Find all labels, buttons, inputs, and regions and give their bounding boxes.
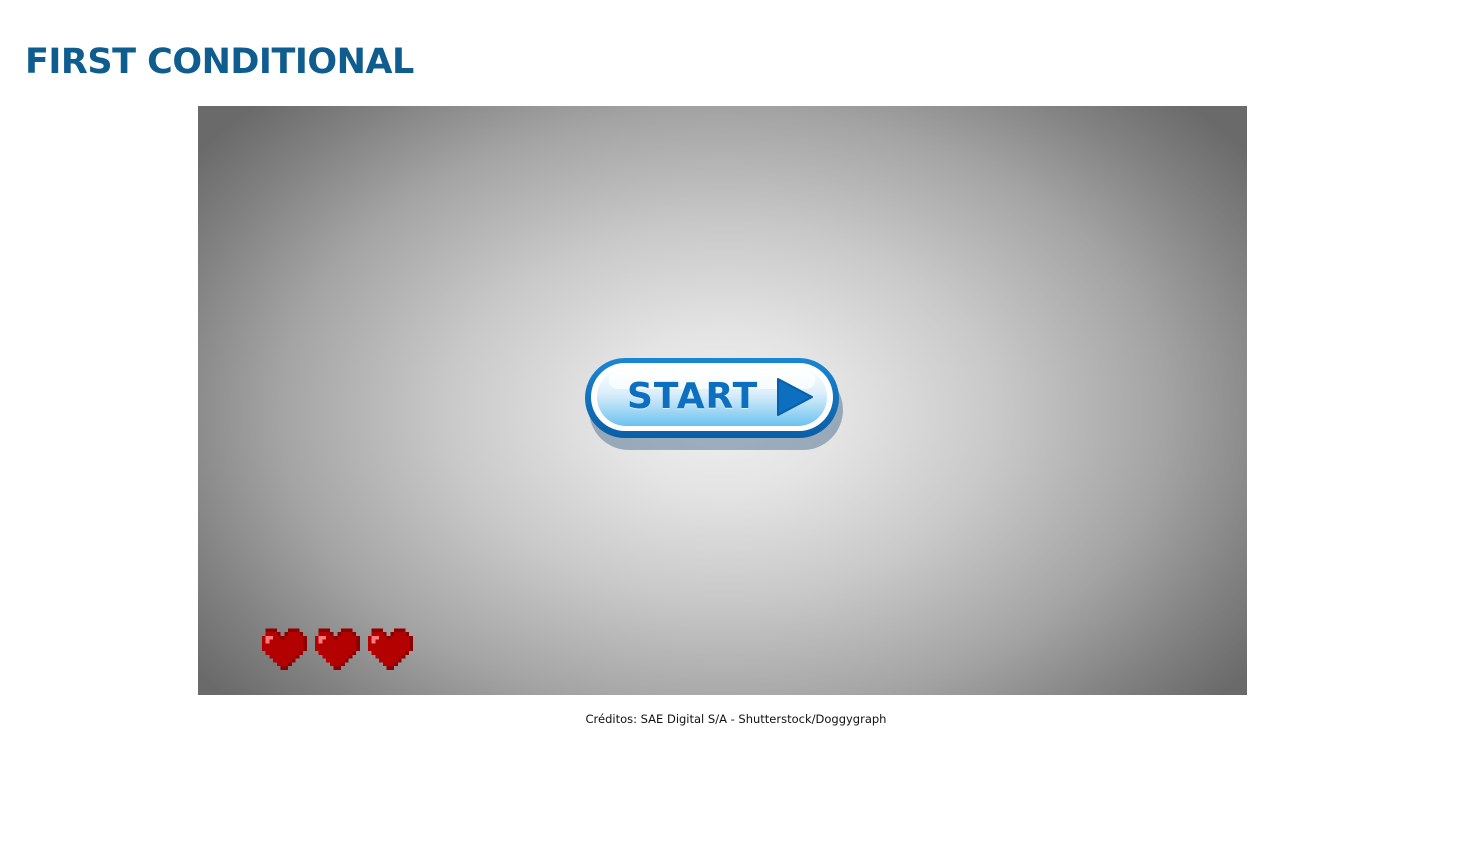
start-label: START [627,376,759,417]
lives-indicator [258,628,413,674]
heart-icon [367,628,413,670]
game-stage: START [198,106,1247,695]
heart-icon [261,628,307,670]
heart-icon [314,628,360,670]
image-credits: Créditos: SAE Digital S/A - Shutterstock… [585,712,887,726]
page-title: FIRST CONDITIONAL [25,42,414,82]
start-button[interactable]: START [583,356,848,456]
play-icon [777,378,813,416]
